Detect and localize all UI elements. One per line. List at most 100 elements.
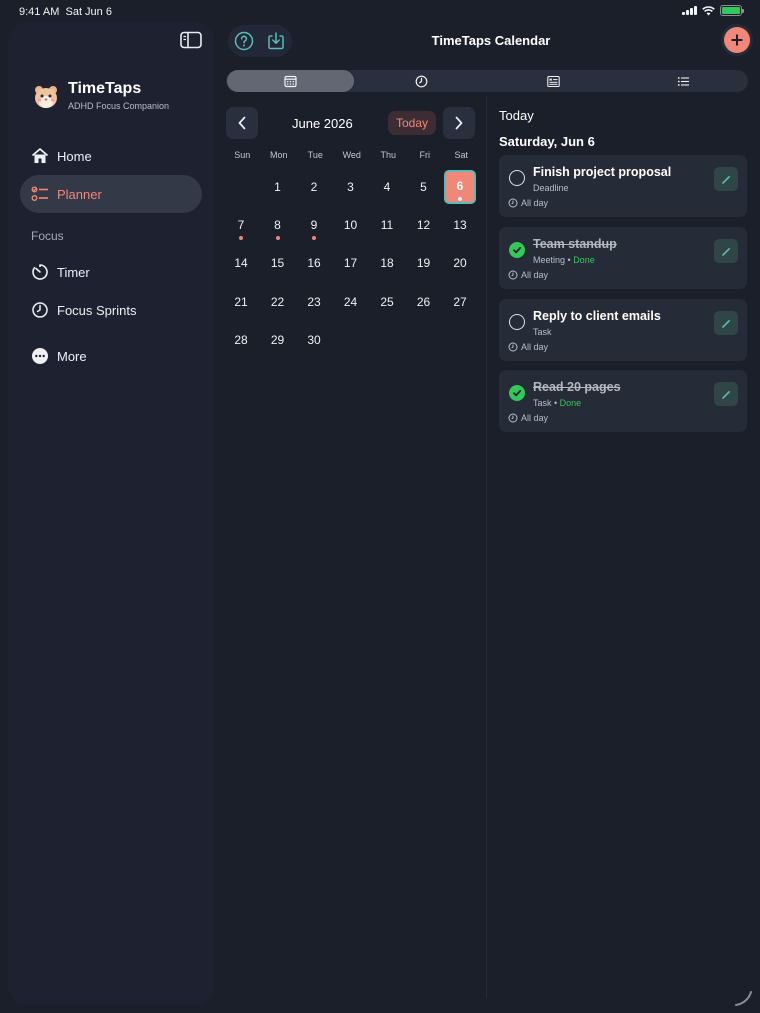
calendar-day[interactable]: 25	[371, 285, 403, 319]
status-bar: 9:41 AM Sat Jun 6	[0, 0, 760, 24]
completed-check-icon[interactable]	[509, 242, 525, 258]
calendar-header: June 2026 Today	[226, 107, 476, 139]
clock-icon	[32, 302, 48, 318]
calendar-day-number: 15	[270, 256, 285, 271]
calendar-day[interactable]: 18	[371, 246, 403, 280]
plus-icon	[731, 34, 743, 46]
sidebar-item-label: Home	[57, 148, 92, 164]
month-label: June 2026	[292, 116, 353, 131]
calendar-day[interactable]: 14	[225, 246, 257, 280]
calendar-day[interactable]: 22	[262, 285, 294, 319]
calendar-day[interactable]: 28	[225, 323, 257, 357]
calendar-day[interactable]: 11	[371, 208, 403, 242]
agenda-heading: Today	[499, 108, 534, 123]
event-dot	[458, 197, 462, 201]
calendar-day-number: 19	[416, 256, 431, 271]
chevron-left-icon	[238, 116, 246, 130]
edit-button[interactable]	[714, 382, 738, 406]
weekday-label: Mon	[269, 150, 288, 160]
calendar-day-number: 4	[383, 180, 391, 194]
agenda-item[interactable]: Read 20 pages Task • Done All day	[499, 370, 747, 432]
sidebar-item-timer[interactable]: Timer	[20, 253, 202, 291]
meta-separator: •	[565, 255, 574, 265]
weekday-label: Sat	[454, 150, 468, 160]
sidebar-item-more[interactable]: More	[20, 337, 202, 375]
sidebar-item-label: More	[57, 348, 87, 364]
agenda-item-time: All day	[508, 413, 548, 423]
calendar-day[interactable]: 24	[335, 285, 367, 319]
edit-button[interactable]	[714, 311, 738, 335]
sidebar-item-planner[interactable]: Planner	[20, 175, 202, 213]
agenda-item-time-label: All day	[521, 198, 549, 208]
status-time: 9:41 AM Sat Jun 6	[19, 6, 112, 18]
agenda-item[interactable]: Team standup Meeting • Done All day	[499, 227, 747, 289]
calendar-day[interactable]: 20	[444, 246, 476, 280]
calendar-day[interactable]: 13	[444, 208, 476, 242]
clock-icon	[508, 342, 518, 352]
next-month-button[interactable]	[443, 107, 475, 139]
agenda-item-title: Read 20 pages	[533, 380, 621, 394]
calendar-day[interactable]: 2	[298, 170, 330, 204]
calendar-day[interactable]: 26	[408, 285, 440, 319]
calendar-day[interactable]: 30	[298, 323, 330, 357]
previous-month-button[interactable]	[226, 107, 258, 139]
list-icon	[677, 76, 689, 86]
agenda-item[interactable]: Reply to client emails Task All day	[499, 299, 747, 361]
calendar-day-selected[interactable]: 6	[444, 170, 476, 204]
calendar-day[interactable]: 9	[298, 208, 330, 242]
agenda-item-time-label: All day	[521, 413, 549, 423]
calendar-day[interactable]: 16	[298, 246, 330, 280]
calendar-day[interactable]: 10	[335, 208, 367, 242]
calendar-day[interactable]: 29	[262, 323, 294, 357]
tab-detail-view[interactable]	[488, 70, 618, 92]
sidebar-item-focus-sprints[interactable]: Focus Sprints	[20, 291, 202, 329]
sidebar-item-home[interactable]: Home	[20, 137, 202, 175]
completed-check-icon[interactable]	[509, 385, 525, 401]
tab-timeline-view[interactable]	[356, 70, 486, 92]
today-button[interactable]: Today	[388, 111, 436, 135]
meta-separator: •	[551, 398, 560, 408]
calendar-day[interactable]: 19	[408, 246, 440, 280]
agenda-item-time: All day	[508, 198, 548, 208]
weekday-label: Thu	[380, 150, 396, 160]
calendar-icon	[284, 75, 297, 87]
calendar-day[interactable]: 8	[262, 208, 294, 242]
agenda-item-meta: Deadline	[533, 183, 569, 193]
checklist-icon	[31, 186, 48, 201]
calendar-day[interactable]: 7	[225, 208, 257, 242]
sidebar-toggle-icon[interactable]	[180, 31, 202, 49]
calendar-day[interactable]: 12	[408, 208, 440, 242]
main-content: TimeTaps Calendar June 2026 Today Sun Mo…	[222, 22, 760, 1013]
calendar-day-number: 24	[343, 294, 358, 309]
calendar-day[interactable]: 4	[371, 170, 403, 204]
calendar-day[interactable]: 15	[262, 246, 294, 280]
clock-icon	[508, 413, 518, 423]
weekday-label: Fri	[419, 150, 431, 160]
calendar-day[interactable]: 21	[225, 285, 257, 319]
calendar-day-number: 18	[380, 256, 394, 271]
tab-calendar-view[interactable]	[227, 70, 354, 92]
panel-divider	[486, 96, 487, 998]
calendar-day-number: 23	[307, 294, 321, 309]
calendar-day-number: 20	[453, 256, 467, 271]
calendar-day-number: 29	[270, 332, 285, 347]
calendar-day[interactable]: 5	[408, 170, 440, 204]
incomplete-circle-icon[interactable]	[509, 170, 525, 186]
edit-button[interactable]	[714, 239, 738, 263]
agenda-item-time-label: All day	[521, 270, 549, 280]
agenda-item[interactable]: Finish project proposal Deadline All day	[499, 155, 747, 217]
done-label: Done	[559, 398, 582, 408]
edit-button[interactable]	[714, 167, 738, 191]
calendar-day[interactable]: 3	[335, 170, 367, 204]
pencil-icon	[721, 319, 730, 328]
add-button[interactable]	[724, 27, 750, 53]
tab-list-view[interactable]	[620, 70, 747, 92]
house-icon	[31, 148, 49, 163]
calendar-day-number: 17	[343, 256, 358, 271]
calendar-day[interactable]: 23	[298, 285, 330, 319]
weekday-label: Wed	[342, 150, 361, 160]
incomplete-circle-icon[interactable]	[509, 314, 525, 330]
calendar-day[interactable]: 17	[335, 246, 367, 280]
calendar-day[interactable]: 1	[262, 170, 294, 204]
calendar-day[interactable]: 27	[444, 285, 476, 319]
